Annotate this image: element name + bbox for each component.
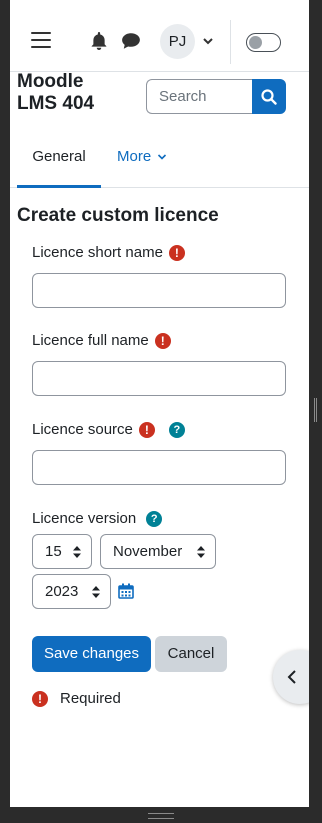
menu-icon[interactable] — [31, 32, 51, 48]
help-icon[interactable]: ? — [168, 421, 185, 438]
version-label: Licence version — [32, 510, 137, 527]
tab-more[interactable]: More — [117, 130, 167, 188]
open-block-drawer-button[interactable] — [273, 650, 309, 704]
source-field[interactable] — [32, 450, 286, 485]
save-button[interactable]: Save changes — [32, 636, 151, 672]
select-arrows-icon — [92, 586, 100, 598]
resize-handle-bottom[interactable] — [148, 813, 174, 819]
search-bar — [146, 79, 286, 114]
navbar-divider — [230, 20, 231, 64]
edit-mode-toggle[interactable] — [246, 33, 281, 52]
full-name-field[interactable] — [32, 361, 286, 396]
required-icon[interactable]: ! — [138, 421, 155, 438]
required-icon: ! — [32, 690, 48, 707]
secondary-navigation: General More — [10, 130, 309, 188]
chevron-down-icon[interactable] — [202, 36, 214, 46]
tab-more-label: More — [117, 148, 152, 165]
short-name-label: Licence short name — [32, 244, 163, 261]
required-text: Required — [60, 690, 121, 707]
toggle-knob — [249, 36, 262, 49]
page-title: Create custom licence — [17, 205, 219, 226]
app-frame: PJ Moodle LMS 404 General More Create cu… — [10, 0, 309, 807]
required-icon[interactable]: ! — [154, 332, 171, 349]
required-legend: ! Required — [32, 690, 121, 707]
resize-handle-right[interactable] — [314, 398, 317, 422]
version-month-value: November — [113, 543, 183, 560]
source-label-row: Licence source ! ? — [32, 421, 185, 438]
avatar[interactable]: PJ — [160, 24, 195, 59]
search-button[interactable] — [252, 79, 286, 114]
required-icon[interactable]: ! — [168, 244, 185, 261]
version-month-select[interactable]: November — [100, 534, 216, 569]
version-day-value: 15 — [45, 543, 62, 560]
short-name-field[interactable] — [32, 273, 286, 308]
select-arrows-icon — [197, 546, 205, 558]
cancel-button[interactable]: Cancel — [155, 636, 227, 672]
chevron-left-icon — [287, 670, 296, 684]
navbar: PJ — [10, 0, 309, 72]
short-name-label-row: Licence short name ! — [32, 244, 185, 261]
site-title: Moodle LMS 404 — [17, 71, 95, 114]
help-icon[interactable]: ? — [146, 510, 163, 527]
search-input[interactable] — [146, 79, 252, 114]
bell-icon[interactable] — [90, 32, 108, 50]
full-name-label: Licence full name — [32, 332, 149, 349]
calendar-icon[interactable] — [118, 583, 134, 599]
full-name-label-row: Licence full name ! — [32, 332, 171, 349]
source-label: Licence source — [32, 421, 133, 438]
version-day-select[interactable]: 15 — [32, 534, 92, 569]
version-year-value: 2023 — [45, 583, 79, 600]
chevron-down-icon — [158, 154, 167, 160]
version-label-row: Licence version ? — [32, 510, 163, 527]
select-arrows-icon — [73, 546, 81, 558]
version-year-select[interactable]: 2023 — [32, 574, 111, 609]
tab-general[interactable]: General — [17, 130, 101, 188]
search-icon — [261, 88, 277, 105]
chat-icon[interactable] — [121, 32, 141, 50]
